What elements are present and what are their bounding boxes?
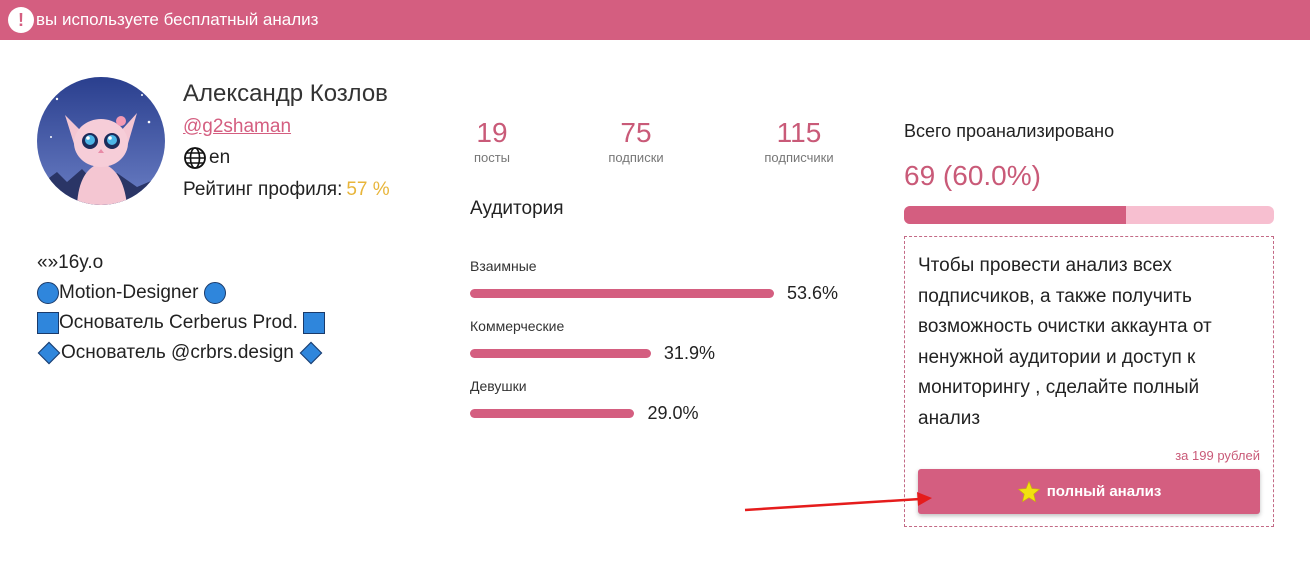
blue-diamond-icon [37, 341, 61, 365]
audience-item-mutual: Взаимные 53.6% [470, 258, 838, 304]
bio-text: Motion-Designer [59, 282, 199, 303]
audience-item-value: 29.0% [647, 403, 699, 423]
audience-item-bar [470, 289, 774, 298]
rating-value: 57 % [346, 179, 390, 200]
blue-square-icon [37, 312, 59, 334]
blue-diamond-icon [299, 341, 323, 365]
profile-handle-link[interactable]: @g2shaman [183, 116, 291, 138]
stat-followers-label: подписчики [764, 150, 834, 165]
analysis-progress-bar [904, 206, 1274, 224]
avatar-illustration [37, 77, 165, 205]
banner-text: вы используете бесплатный анализ [36, 10, 319, 29]
full-analysis-promo: Чтобы провести анализ всех подписчиков, … [904, 236, 1274, 527]
audience-item-value: 31.9% [663, 343, 715, 363]
stat-following-value: 75 [620, 117, 652, 148]
price-label: за 199 рублей [1175, 448, 1260, 463]
analyzed-value: 69 (60.0%) [904, 160, 1041, 191]
audience-item-label: Взаимные [470, 258, 537, 274]
stat-following-label: подписки [608, 150, 664, 165]
blue-circle-icon [203, 282, 226, 304]
globe-icon [184, 147, 206, 169]
profile-language: en [183, 146, 230, 170]
promo-text: Чтобы провести анализ всех подписчиков, … [918, 255, 1212, 429]
analysis-progress-fill [904, 206, 1126, 224]
profile-rating: Рейтинг профиля: 57 % [183, 179, 390, 201]
stat-posts-label: посты [473, 150, 511, 165]
audience-title: Аудитория [470, 198, 564, 219]
bio-line: Motion-Designer [37, 278, 325, 308]
audience-item-label: Девушки [470, 378, 527, 394]
full-analysis-button-label: полный анализ [1046, 483, 1162, 500]
stat-posts-value: 19 [476, 117, 508, 148]
rating-label: Рейтинг профиля: [183, 179, 343, 200]
audience-item-label: Коммерческие [470, 318, 565, 334]
bio-line: Основатель @crbrs.design [37, 338, 325, 368]
profile-bio: «»16y.o Motion-Designer Основатель Cerbe… [37, 248, 326, 368]
stat-followers-value: 115 [776, 117, 822, 148]
audience-item-commercial: Коммерческие 31.9% [470, 318, 715, 364]
arrow-shaft [744, 497, 921, 512]
profile-name: Александр Козлов [183, 80, 388, 107]
audience-item-bar [470, 409, 635, 418]
language-value: en [209, 147, 231, 168]
stat-followers: 115 подписчики [755, 116, 843, 165]
audience-item-value: 53.6% [787, 283, 839, 303]
exclamation-icon: ! [8, 7, 34, 33]
bio-line: Основатель Cerberus Prod. [37, 308, 326, 338]
audience-item-bar [470, 349, 651, 358]
stat-posts: 19 посты [470, 116, 514, 165]
stat-following: 75 подписки [600, 116, 672, 165]
bio-text: «»16y.o [37, 252, 104, 273]
free-analysis-banner: ! вы используете бесплатный анализ [0, 0, 1310, 40]
avatar [37, 77, 165, 205]
blue-circle-icon [37, 282, 59, 304]
blue-square-icon [303, 312, 326, 334]
full-analysis-button[interactable]: полный анализ [918, 469, 1260, 514]
bio-text: Основатель @crbrs.design [61, 342, 294, 363]
star-icon [1017, 480, 1040, 502]
analyzed-title: Всего проанализировано [904, 121, 1115, 141]
bio-text: Основатель Cerberus Prod. [59, 312, 298, 333]
audience-item-girls: Девушки 29.0% [470, 378, 699, 424]
bio-line: «»16y.o [37, 248, 325, 278]
